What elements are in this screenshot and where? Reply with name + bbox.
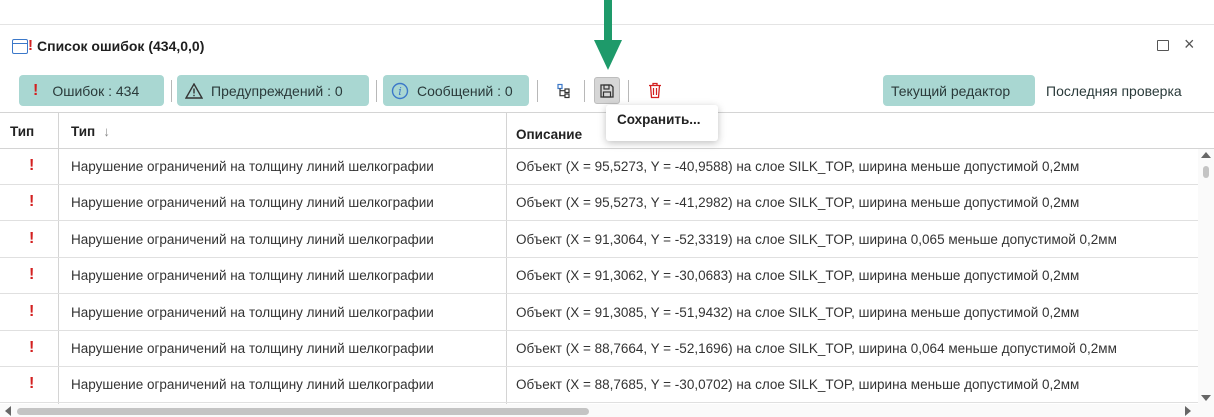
tree-view-icon xyxy=(557,83,570,98)
sort-desc-icon: ↓ xyxy=(103,123,110,139)
error-icon: ! xyxy=(29,339,35,356)
error-icon: ! xyxy=(29,266,35,284)
error-icon: ! xyxy=(29,375,35,393)
row-description-cell: Объект (X = 91,3085, Y = -51,9432) на сл… xyxy=(516,304,1080,320)
toolbar-divider xyxy=(584,80,585,102)
scroll-up-icon[interactable] xyxy=(1201,152,1211,158)
row-description-cell: Объект (X = 91,3064, Y = -52,3319) на сл… xyxy=(516,231,1117,247)
errors-filter-label: Ошибок : 434 xyxy=(52,82,140,99)
error-icon: ! xyxy=(29,302,35,320)
window-title: Список ошибок (434,0,0) xyxy=(37,38,205,54)
column-header-description[interactable]: Описание xyxy=(516,116,582,152)
vertical-scroll-thumb[interactable] xyxy=(1203,166,1209,178)
table-row[interactable]: ! Нарушение ограничений на толщину линий … xyxy=(0,295,1198,331)
toolbar-divider xyxy=(628,80,629,102)
row-description-cell: Объект (X = 88,7664, Y = -52,1696) на сл… xyxy=(516,341,1117,356)
table-row[interactable]: ! Нарушение ограничений на толщину линий … xyxy=(0,185,1198,222)
row-type-cell: Нарушение ограничений на толщину линий ш… xyxy=(71,195,434,211)
maximize-icon[interactable] xyxy=(1157,40,1169,51)
save-icon xyxy=(600,83,614,98)
column-header-severity[interactable]: Тип xyxy=(10,113,34,149)
column-header-type[interactable]: Тип ↓ xyxy=(71,113,110,149)
vertical-scrollbar[interactable] xyxy=(1198,149,1214,404)
last-check-label: Последняя проверка xyxy=(1046,82,1182,99)
warnings-filter-label: Предупреждений : 0 xyxy=(211,82,343,99)
row-type-cell: Нарушение ограничений на толщину линий ш… xyxy=(71,159,434,174)
error-marker-icon: ! xyxy=(28,37,33,54)
save-button[interactable] xyxy=(594,77,620,104)
error-icon: ! xyxy=(33,81,39,99)
scroll-right-icon[interactable] xyxy=(1185,406,1191,416)
toolbar-divider xyxy=(171,80,172,102)
errors-table: Тип Тип ↓ Описание ! Нарушение ограничени… xyxy=(0,112,1214,417)
error-icon: ! xyxy=(29,193,35,211)
toolbar-divider xyxy=(537,80,538,102)
last-check-tab[interactable]: Последняя проверка xyxy=(1046,75,1182,106)
error-icon: ! xyxy=(29,229,35,247)
horizontal-scroll-thumb[interactable] xyxy=(17,408,589,415)
error-icon: ! xyxy=(29,157,35,174)
table-row[interactable]: ! Нарушение ограничений на толщину линий … xyxy=(0,331,1198,367)
pointer-arrow-icon xyxy=(594,0,622,70)
row-description-cell: Объект (X = 91,3062, Y = -30,0683) на сл… xyxy=(516,268,1080,284)
row-description-cell: Объект (X = 88,7685, Y = -30,0702) на сл… xyxy=(516,377,1080,393)
table-row[interactable]: ! Нарушение ограничений на толщину линий … xyxy=(0,222,1198,258)
warnings-filter-button[interactable]: Предупреждений : 0 xyxy=(177,75,369,106)
row-type-cell: Нарушение ограничений на толщину линий ш… xyxy=(71,341,434,356)
info-icon: i xyxy=(391,82,409,99)
svg-text:i: i xyxy=(398,85,402,98)
messages-filter-button[interactable]: i Сообщений : 0 xyxy=(383,75,529,106)
delete-button[interactable] xyxy=(642,77,668,104)
row-type-cell: Нарушение ограничений на толщину линий ш… xyxy=(71,377,434,393)
row-description-cell: Объект (X = 95,5273, Y = -41,2982) на сл… xyxy=(516,195,1080,211)
scroll-left-icon[interactable] xyxy=(5,406,11,416)
horizontal-scrollbar[interactable] xyxy=(0,404,1214,417)
row-type-cell: Нарушение ограничений на толщину линий ш… xyxy=(71,304,434,320)
window-list-icon xyxy=(12,39,28,54)
row-description-cell: Объект (X = 95,5273, Y = -40,9588) на сл… xyxy=(516,159,1080,174)
current-editor-tab[interactable]: Текущий редактор xyxy=(883,75,1035,106)
column-header-type-label: Тип xyxy=(71,123,96,139)
tree-view-button[interactable] xyxy=(551,77,577,104)
trash-icon xyxy=(649,82,661,99)
scroll-down-icon[interactable] xyxy=(1201,395,1211,401)
error-list-panel: ! Список ошибок (434,0,0) × ! Ошибок : 4… xyxy=(0,24,1214,417)
warning-icon xyxy=(185,82,203,99)
messages-filter-label: Сообщений : 0 xyxy=(417,82,513,99)
errors-filter-button[interactable]: ! Ошибок : 434 xyxy=(19,75,164,106)
current-editor-label: Текущий редактор xyxy=(891,82,1011,99)
table-row[interactable]: ! Нарушение ограничений на толщину линий … xyxy=(0,258,1198,295)
save-tooltip: Сохранить... xyxy=(606,105,718,141)
table-row[interactable]: ! Нарушение ограничений на толщину линий … xyxy=(0,367,1198,404)
row-type-cell: Нарушение ограничений на толщину линий ш… xyxy=(71,268,434,284)
close-icon[interactable]: × xyxy=(1184,35,1195,53)
row-type-cell: Нарушение ограничений на толщину линий ш… xyxy=(71,231,434,247)
table-row[interactable]: ! Нарушение ограничений на толщину линий … xyxy=(0,149,1198,185)
toolbar-divider xyxy=(376,80,377,102)
